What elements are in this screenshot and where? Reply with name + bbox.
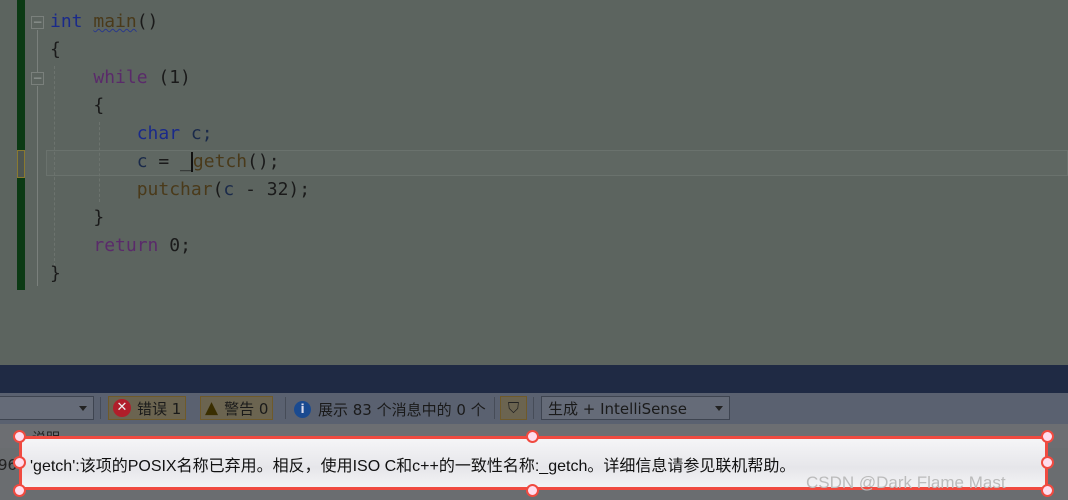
code-token: ();	[247, 151, 280, 172]
handle	[1041, 456, 1054, 469]
handle	[526, 484, 539, 497]
chevron-down-icon	[79, 406, 87, 411]
error-message-text: 'getch':该项的POSIX名称已弃用。相反，使用ISO C和c++的一致性…	[30, 458, 796, 475]
code-line[interactable]: int main()	[50, 8, 158, 36]
error-list-toolbar: ✕ 错误 1 ▲ 警告 0 i 展示 83 个消息中的 0 个 ⛉ 生成 + I…	[0, 393, 1068, 424]
divider	[533, 397, 534, 419]
code-token: {	[50, 95, 105, 116]
change-indicator-bar	[17, 0, 25, 290]
divider	[285, 397, 286, 419]
code-line[interactable]: }	[50, 260, 61, 288]
code-line[interactable]: }	[50, 204, 104, 232]
handle	[13, 484, 26, 497]
code-token: (1)	[147, 67, 191, 88]
code-token: (	[212, 179, 224, 200]
filter-button[interactable]: ⛉	[500, 396, 527, 420]
code-token: - 32);	[234, 179, 311, 200]
build-intellisense-dropdown[interactable]: 生成 + IntelliSense	[541, 396, 730, 420]
divider	[100, 397, 101, 419]
code-token: main	[93, 11, 137, 32]
handle	[13, 456, 26, 469]
fold-line	[37, 86, 38, 286]
code-token: 0;	[158, 235, 191, 256]
code-token: putchar	[136, 179, 213, 200]
code-token: c	[223, 179, 235, 200]
code-token: getch	[192, 151, 248, 172]
code-token: = _	[147, 151, 191, 172]
build-filter-label: 生成 + IntelliSense	[548, 399, 687, 418]
code-token: char	[136, 123, 181, 144]
code-token: c;	[180, 123, 213, 144]
code-token: {	[50, 39, 61, 60]
messages-label: 展示 83 个消息中的 0 个	[318, 401, 486, 419]
code-editor[interactable]: − − int main() { while (1) { char c; c = …	[0, 0, 1068, 365]
code-line[interactable]: {	[50, 36, 61, 64]
unsaved-change-marker	[17, 150, 25, 178]
code-line[interactable]: c = _ getch();	[50, 148, 280, 176]
handle	[526, 430, 539, 443]
handle	[1041, 430, 1054, 443]
error-icon: ✕	[113, 399, 131, 417]
code-line[interactable]: char c;	[50, 120, 213, 148]
code-line[interactable]: return 0;	[50, 232, 191, 260]
messages-filter-button[interactable]: i 展示 83 个消息中的 0 个	[294, 399, 486, 420]
code-token: }	[50, 207, 105, 228]
code-token: }	[50, 263, 61, 284]
scope-dropdown[interactable]	[0, 396, 94, 420]
warning-icon: ▲	[205, 398, 219, 418]
code-line[interactable]: while (1)	[50, 64, 191, 92]
code-token: c	[136, 151, 148, 172]
code-token: ()	[136, 11, 159, 32]
warnings-filter-button[interactable]: ▲ 警告 0	[200, 396, 274, 420]
handle	[1041, 484, 1054, 497]
handle	[13, 430, 26, 443]
errors-filter-button[interactable]: ✕ 错误 1	[108, 396, 187, 420]
info-icon: i	[294, 401, 311, 418]
divider	[494, 397, 495, 419]
filter-icon: ⛉	[507, 399, 520, 417]
fold-toggle-icon[interactable]: −	[31, 72, 44, 85]
warnings-label: 警告 0	[224, 399, 269, 418]
code-line[interactable]: putchar(c - 32);	[50, 176, 310, 204]
chevron-down-icon	[715, 406, 723, 411]
fold-line	[37, 30, 38, 72]
errors-label: 错误 1	[137, 399, 182, 418]
code-token: int	[50, 11, 83, 32]
watermark: CSDN @Dark Flame Mast	[806, 473, 1006, 492]
code-token: while	[93, 67, 148, 88]
fold-toggle-icon[interactable]: −	[31, 16, 44, 29]
code-line[interactable]: {	[50, 92, 104, 120]
code-token: return	[93, 235, 159, 256]
panel-title-bar	[0, 365, 1068, 393]
